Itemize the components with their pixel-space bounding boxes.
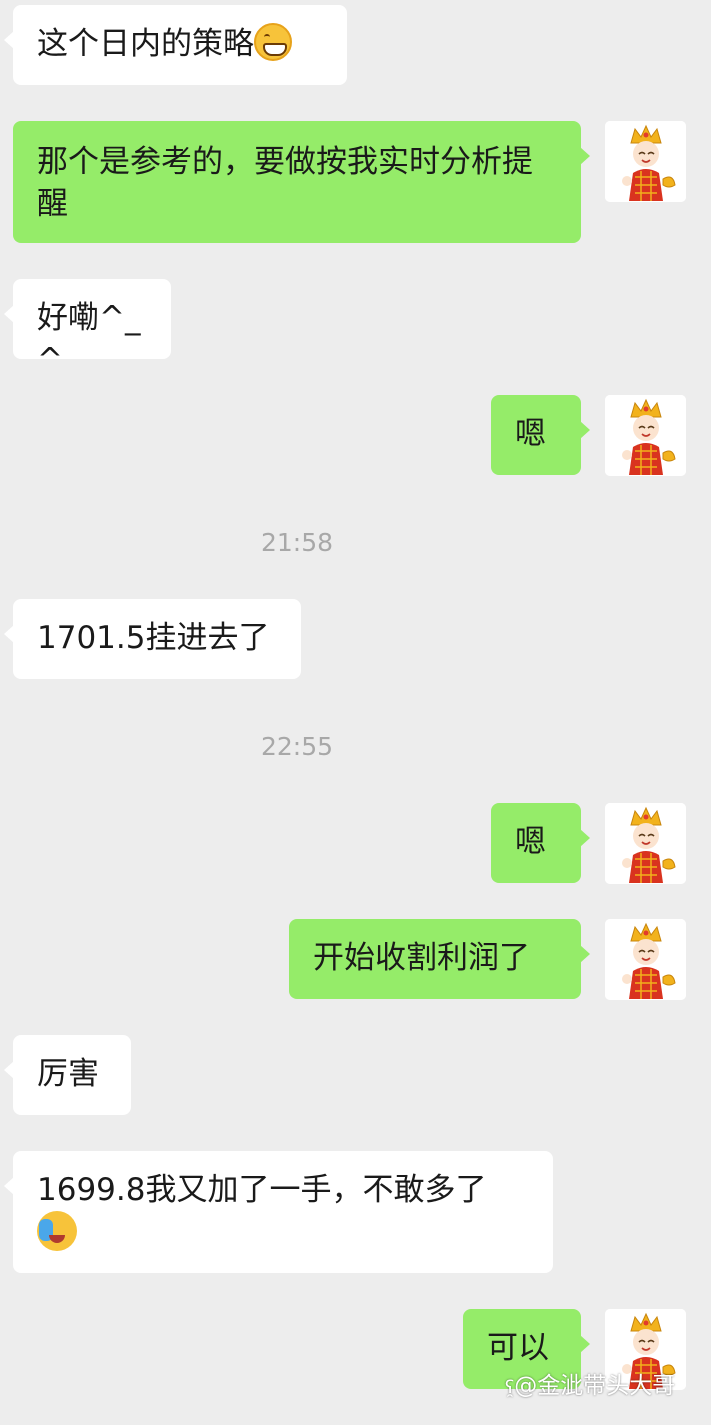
- tang-monk-avatar-icon: [605, 919, 686, 1000]
- avatar[interactable]: [605, 395, 686, 476]
- message-incoming[interactable]: 厉害: [4, 1035, 131, 1115]
- grinning-squint-emoji-icon: [254, 23, 292, 61]
- crying-emoji-icon: [37, 1211, 77, 1251]
- tang-monk-avatar-icon: [605, 395, 686, 476]
- timestamp: 21:58: [260, 528, 334, 557]
- watermark-text: @金泚带头大哥: [514, 1373, 676, 1399]
- watermark: ʕ̯@金泚带头大哥: [505, 1366, 675, 1400]
- message-outgoing[interactable]: 开始收割利润了: [289, 919, 590, 999]
- avatar[interactable]: [605, 121, 686, 202]
- message-text: 那个是参考的，要做按我实时分析提醒: [37, 144, 533, 222]
- message-incoming[interactable]: 这个日内的策略: [4, 5, 347, 85]
- message-incoming[interactable]: 好嘞^_^: [4, 279, 171, 378]
- message-text: 这个日内的策略: [37, 26, 254, 62]
- avatar[interactable]: [605, 919, 686, 1000]
- message-incoming[interactable]: 1699.8我又加了一手，不敢多了: [4, 1151, 553, 1273]
- message-text: 嗯: [515, 416, 546, 452]
- weibo-icon: ʕ̯: [505, 1377, 515, 1398]
- message-text: 1701.5挂进去了: [37, 620, 270, 656]
- avatar[interactable]: [605, 803, 686, 884]
- message-outgoing[interactable]: 嗯: [491, 803, 590, 883]
- message-text: 开始收割利润了: [313, 940, 530, 976]
- message-text: 嗯: [515, 824, 546, 860]
- message-outgoing[interactable]: 那个是参考的，要做按我实时分析提醒: [13, 121, 590, 243]
- message-outgoing[interactable]: 嗯: [491, 395, 590, 475]
- message-text: 1699.8我又加了一手，不敢多了: [37, 1172, 487, 1208]
- message-incoming[interactable]: 1701.5挂进去了: [4, 599, 301, 679]
- message-text: 好嘞^_^: [37, 300, 141, 378]
- message-text: 可以: [487, 1330, 549, 1366]
- tang-monk-avatar-icon: [605, 121, 686, 202]
- tang-monk-avatar-icon: [605, 803, 686, 884]
- timestamp: 22:55: [260, 732, 334, 761]
- message-text: 厉害: [37, 1056, 99, 1092]
